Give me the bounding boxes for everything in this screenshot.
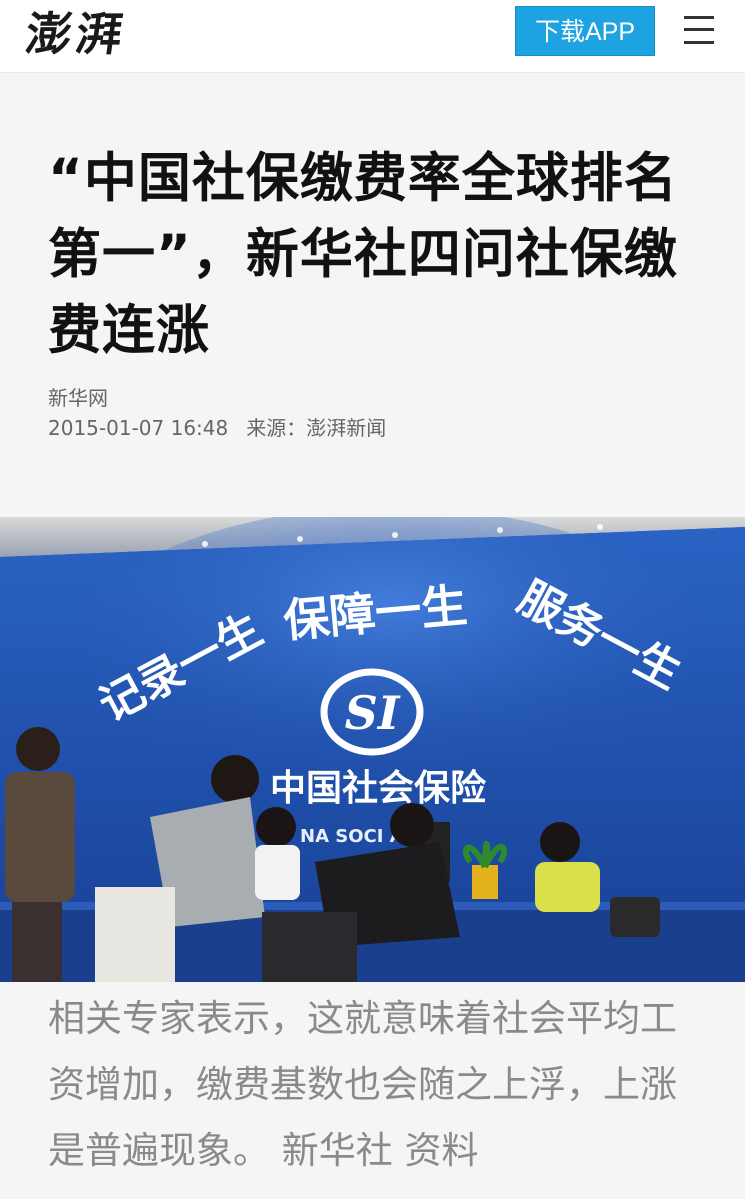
article-datetime: 2015-01-07 16:48	[48, 416, 229, 440]
institution-name: 中国社会保险	[270, 768, 487, 809]
photo-caption: 相关专家表示，这就意味着社会平均工资增加，缴费基数也会随之上浮，上涨是普遍现象。…	[48, 997, 677, 1172]
download-app-button[interactable]: 下载APP	[515, 6, 655, 56]
article-source: 新华网	[48, 386, 108, 410]
page: 澎湃 下载APP “中国社保缴费率全球排名第一”，新华社四问社保缴费连涨 新华网…	[0, 0, 745, 1199]
article-photo[interactable]: 记录一生 保障一生 服务一生 SI 中国社会保险 NA SOCI ANCE	[0, 517, 745, 982]
top-bar: 澎湃 下载APP	[0, 0, 745, 73]
article-header: “中国社保缴费率全球排名第一”，新华社四问社保缴费连涨 新华网 2015-01-…	[0, 73, 745, 517]
clerk-left	[255, 807, 300, 900]
article-meta: 2015-01-07 16:48 来源：澎湃新闻	[48, 412, 386, 441]
article-origin: 来源：澎湃新闻	[246, 416, 387, 440]
photo-illustration: 记录一生 保障一生 服务一生 SI 中国社会保险 NA SOCI ANCE	[0, 517, 745, 982]
article-title: “中国社保缴费率全球排名第一”，新华社四问社保缴费连涨	[48, 148, 678, 361]
si-logo-text: SI	[345, 686, 401, 740]
bag	[610, 897, 660, 937]
hamburger-menu-icon[interactable]	[684, 14, 714, 46]
site-logo[interactable]: 澎湃	[22, 6, 130, 62]
